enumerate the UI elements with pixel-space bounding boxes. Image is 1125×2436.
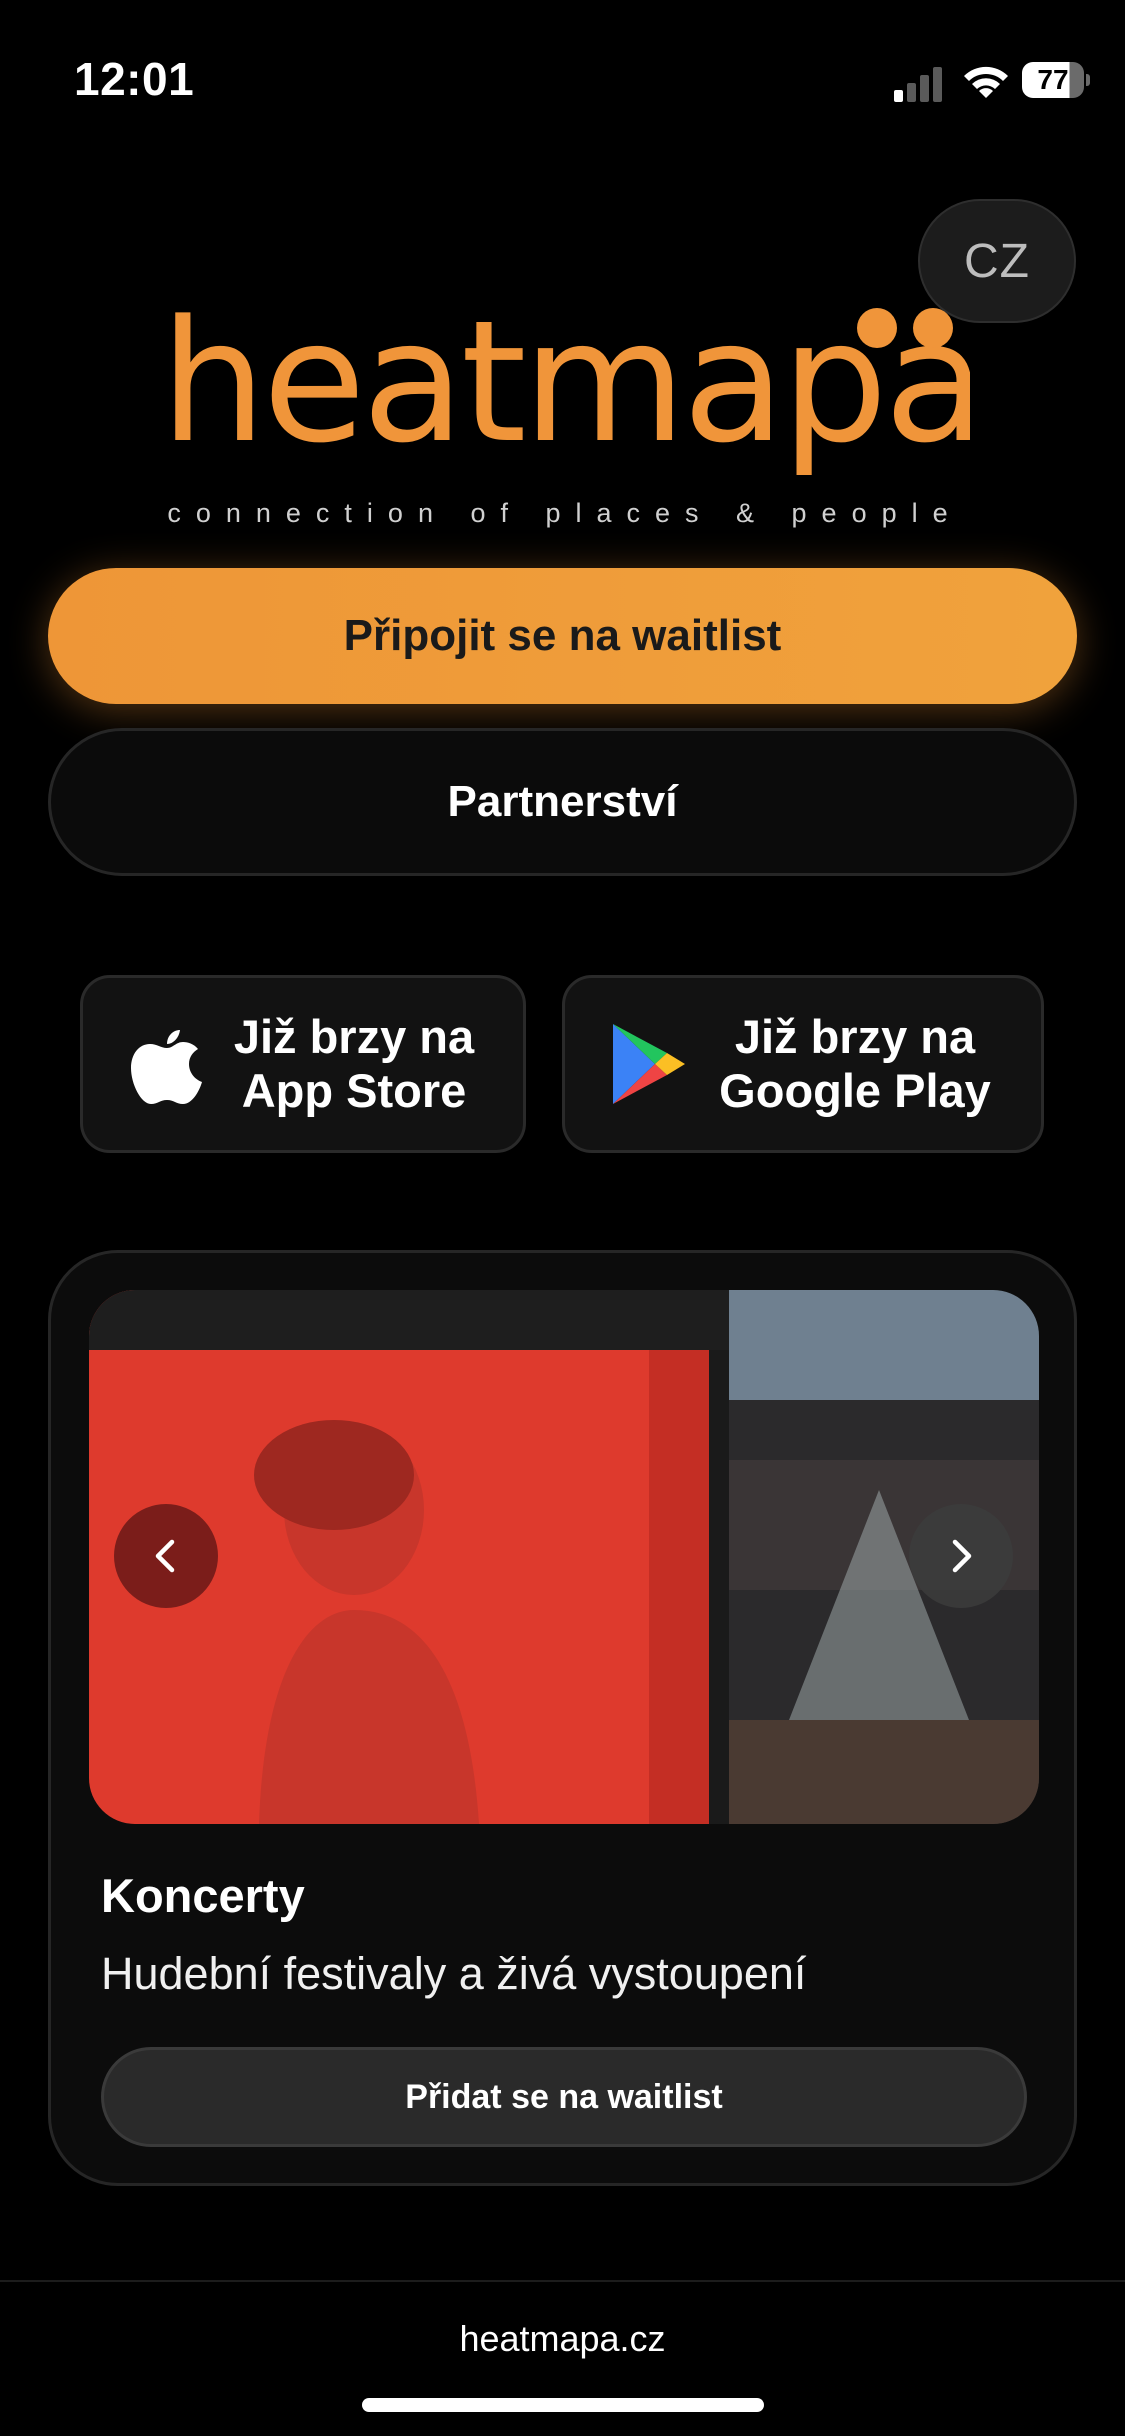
apple-icon [131, 1030, 202, 1104]
app-store-line1: Již brzy na [233, 1010, 475, 1063]
app-store-label: Již brzy na App Store [205, 1010, 523, 1118]
carousel-image[interactable] [89, 1290, 1039, 1824]
battery-cap [1086, 74, 1090, 86]
app-store-line2: App Store [241, 1064, 467, 1117]
carousel-next-button[interactable] [909, 1504, 1013, 1608]
footer-divider [0, 2280, 1125, 2282]
footer-url[interactable]: heatmapa.cz [0, 2318, 1125, 2360]
heatmapa-logo: heatmapa [160, 290, 970, 480]
card-waitlist-button[interactable]: Přidat se na waitlist [101, 2047, 1027, 2147]
join-waitlist-button[interactable]: Připojit se na waitlist [48, 568, 1077, 704]
google-play-line1: Již brzy na [734, 1010, 976, 1063]
brand-tagline: connection of places & people [167, 498, 963, 528]
google-play-label: Již brzy na Google Play [689, 1010, 1041, 1118]
status-time: 12:01 [74, 53, 195, 105]
carousel-prev-button[interactable] [114, 1504, 218, 1608]
google-play-line2: Google Play [719, 1064, 991, 1117]
wifi-icon [964, 66, 1008, 98]
chevron-right-icon [952, 1539, 972, 1573]
google-play-icon [613, 1024, 685, 1104]
concert-photo [89, 1290, 1039, 1824]
app-store-badge[interactable]: Již brzy na App Store [80, 975, 526, 1153]
chevron-left-icon [155, 1539, 175, 1573]
status-indicators: 77 [890, 58, 1090, 108]
home-indicator [362, 2398, 764, 2412]
card-title: Koncerty [101, 1869, 305, 1922]
battery-icon: 77 [1022, 62, 1084, 98]
logo-wordmark: heatmapa [160, 290, 970, 480]
cellular-signal-icon [894, 67, 942, 102]
google-play-badge[interactable]: Již brzy na Google Play [562, 975, 1044, 1153]
partnership-button[interactable]: Partnerství [48, 728, 1077, 876]
card-description: Hudební festivaly a živá vystoupení [101, 1948, 807, 1999]
